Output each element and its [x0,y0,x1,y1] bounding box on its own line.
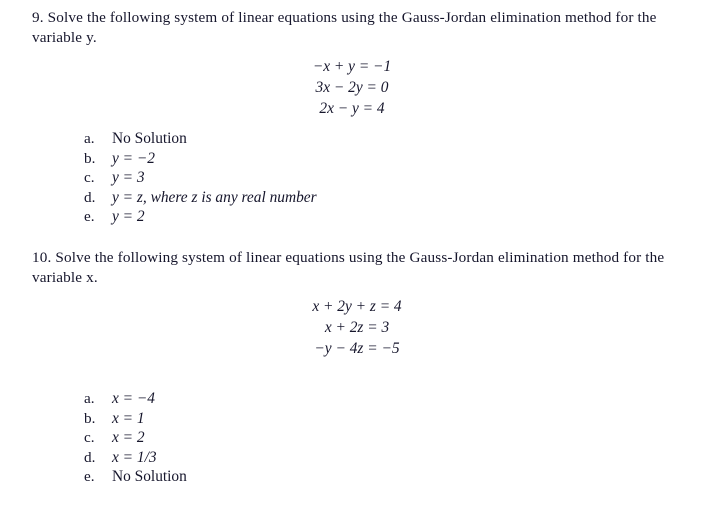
equation-line: 2x − y = 4 [319,100,385,117]
choice-option[interactable]: e. No Solution [0,467,714,487]
choice-option[interactable]: c. y = 3 [0,168,714,188]
choice-letter: c. [84,169,95,187]
question-block-10: 10. Solve the following system of linear… [0,248,714,487]
choice-text: x = 1 [112,409,145,427]
choice-text: No Solution [112,468,187,486]
equation-line: x + 2z = 3 [324,319,390,336]
question-9-choices: a. No Solution b. y = −2 c. y = 3 d. y =… [0,129,714,227]
choice-letter: b. [84,409,96,427]
choice-letter: c. [84,429,95,447]
question-10-choices: a. x = −4 b. x = 1 c. x = 2 d. x = 1/3 e… [0,389,714,487]
equation-line: −y − 4z = −5 [314,340,400,357]
choice-letter: e. [84,468,95,486]
question-10-equation-system: x + 2y + z = 4 x + 2z = 3 −y − 4z = −5 [0,296,714,359]
choice-letter: a. [84,390,95,407]
question-9-equation-system: −x + y = −1 3x − 2y = 0 2x − y = 4 [0,56,714,119]
choice-text: x = 1/3 [112,448,157,466]
equation-line: −x + y = −1 [312,58,392,75]
question-9-stem: 9. Solve the following system of linear … [32,9,657,46]
choice-text: y = 3 [112,169,145,187]
choice-text: x = 2 [112,429,145,447]
choice-option[interactable]: b. x = 1 [0,409,714,429]
choice-text: y = 2 [112,208,145,226]
choice-text: y = −2 [112,149,155,167]
question-block-9: 9. Solve the following system of linear … [0,8,714,227]
choice-text: No Solution [112,130,187,147]
choice-option[interactable]: a. x = −4 [0,389,714,409]
question-10-stem: 10. Solve the following system of linear… [32,249,665,286]
choice-letter: b. [84,149,96,167]
choice-text: y = z, where z is any real number [112,188,317,206]
choice-option[interactable]: e. y = 2 [0,207,714,227]
choice-text: x = −4 [112,390,155,407]
equation-line: 3x − 2y = 0 [315,79,389,96]
choice-option[interactable]: d. x = 1/3 [0,448,714,468]
choice-letter: d. [84,188,96,206]
choice-letter: d. [84,448,96,466]
choice-option[interactable]: a. No Solution [0,129,714,149]
choice-option[interactable]: c. x = 2 [0,428,714,448]
choice-letter: e. [84,208,95,226]
worksheet-page: 9. Solve the following system of linear … [0,0,714,522]
equation-line: x + 2y + z = 4 [312,298,402,315]
choice-option[interactable]: d. y = z, where z is any real number [0,188,714,208]
choice-letter: a. [84,130,95,147]
choice-option[interactable]: b. y = −2 [0,149,714,169]
